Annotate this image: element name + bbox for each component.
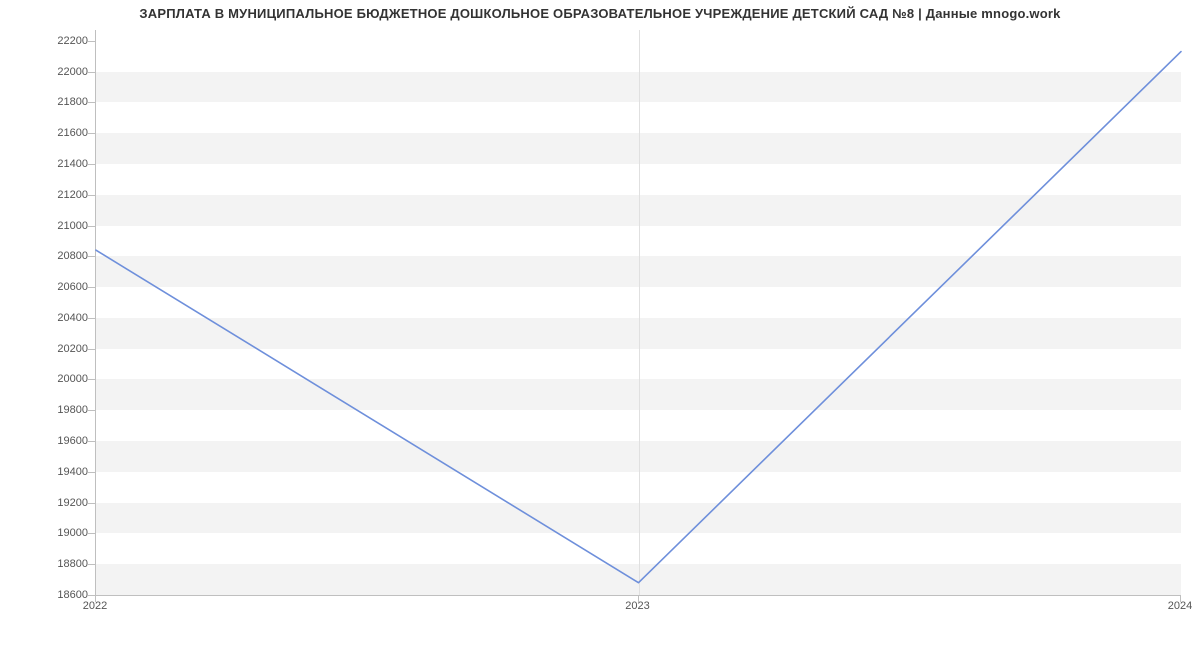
y-tick-mark <box>88 441 95 442</box>
y-tick-label: 18800 <box>57 558 88 570</box>
y-tick-label: 20800 <box>57 250 88 262</box>
y-tick-label: 22000 <box>57 66 88 78</box>
y-tick-label: 19800 <box>57 404 88 416</box>
y-tick-label: 22200 <box>57 35 88 47</box>
x-tick-mark <box>638 595 639 602</box>
y-tick-mark <box>88 349 95 350</box>
x-tick-mark <box>95 595 96 602</box>
y-tick-label: 20000 <box>57 373 88 385</box>
y-tick-label: 19200 <box>57 497 88 509</box>
y-tick-mark <box>88 195 95 196</box>
y-tick-mark <box>88 41 95 42</box>
x-tick-mark <box>1180 595 1181 602</box>
y-tick-label: 20400 <box>57 312 88 324</box>
y-tick-mark <box>88 226 95 227</box>
y-tick-label: 21800 <box>57 96 88 108</box>
line-layer <box>96 30 1181 595</box>
y-tick-mark <box>88 72 95 73</box>
y-tick-mark <box>88 564 95 565</box>
y-tick-mark <box>88 164 95 165</box>
y-tick-label: 20200 <box>57 343 88 355</box>
y-tick-label: 21400 <box>57 158 88 170</box>
y-tick-label: 21600 <box>57 127 88 139</box>
y-tick-mark <box>88 533 95 534</box>
y-tick-mark <box>88 379 95 380</box>
y-tick-label: 21000 <box>57 220 88 232</box>
y-tick-mark <box>88 595 95 596</box>
y-tick-label: 19600 <box>57 435 88 447</box>
y-tick-mark <box>88 133 95 134</box>
y-tick-label: 20600 <box>57 281 88 293</box>
y-tick-label: 19000 <box>57 527 88 539</box>
y-tick-label: 19400 <box>57 466 88 478</box>
y-tick-label: 21200 <box>57 189 88 201</box>
y-tick-mark <box>88 287 95 288</box>
plot-area <box>95 30 1181 596</box>
y-tick-mark <box>88 503 95 504</box>
y-tick-mark <box>88 256 95 257</box>
y-tick-mark <box>88 472 95 473</box>
y-tick-mark <box>88 410 95 411</box>
series-line <box>96 52 1181 583</box>
y-tick-mark <box>88 318 95 319</box>
y-tick-mark <box>88 102 95 103</box>
chart-container: ЗАРПЛАТА В МУНИЦИПАЛЬНОЕ БЮДЖЕТНОЕ ДОШКО… <box>0 0 1200 650</box>
chart-title: ЗАРПЛАТА В МУНИЦИПАЛЬНОЕ БЮДЖЕТНОЕ ДОШКО… <box>0 6 1200 21</box>
